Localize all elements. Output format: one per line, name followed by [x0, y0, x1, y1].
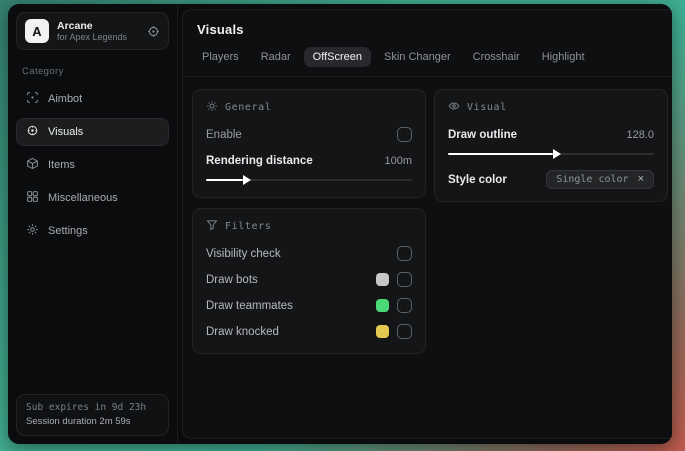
brand-card: A Arcane for Apex Legends: [16, 12, 169, 50]
style-color-row: Style color Single color ×: [448, 169, 654, 190]
draw-outline-value: 128.0: [626, 128, 654, 141]
gear-icon: [26, 223, 39, 239]
grid-icon: [26, 190, 39, 206]
visibility-check-label: Visibility check: [206, 247, 281, 260]
visibility-check-checkbox[interactable]: [397, 246, 412, 261]
style-color-select[interactable]: Single color ×: [546, 170, 654, 189]
visibility-check-row: Visibility check: [206, 243, 412, 264]
draw-outline-row: Draw outline 128.0: [448, 124, 654, 145]
session-duration-text: Session duration 2m 59s: [26, 415, 131, 427]
eye-target-icon: [26, 124, 39, 140]
tab-offscreen[interactable]: OffScreen: [303, 47, 371, 67]
sidebar-item-label: Miscellaneous: [48, 192, 118, 204]
sidebar-item-miscellaneous[interactable]: Miscellaneous: [16, 184, 169, 212]
sidebar-item-visuals[interactable]: Visuals: [16, 118, 169, 146]
draw-teammates-label: Draw teammates: [206, 299, 293, 312]
main-panel: Visuals Players Radar OffScreen Skin Cha…: [182, 9, 672, 439]
crosshair-icon: [26, 91, 39, 107]
slider-fill: [206, 175, 252, 185]
draw-bots-row: Draw bots: [206, 269, 412, 290]
tab-skin-changer[interactable]: Skin Changer: [375, 47, 460, 67]
sidebar-item-settings[interactable]: Settings: [16, 217, 169, 245]
category-label: Category: [22, 66, 64, 77]
sub-expires-text: Sub expires in 9d 23h: [26, 401, 147, 413]
enable-label: Enable: [206, 128, 242, 141]
draw-bots-checkbox[interactable]: [397, 272, 412, 287]
sidebar: A Arcane for Apex Legends Category Aimbo…: [8, 4, 178, 444]
enable-checkbox[interactable]: [397, 127, 412, 142]
page-title: Visuals: [197, 22, 244, 37]
sidebar-item-label: Visuals: [48, 126, 84, 138]
draw-bots-color-swatch[interactable]: [376, 273, 389, 286]
tab-players[interactable]: Players: [193, 47, 248, 67]
style-color-value: Single color: [556, 174, 629, 185]
filters-panel: Filters Visibility check Draw bots Draw …: [192, 208, 426, 354]
rendering-distance-label: Rendering distance: [206, 154, 313, 167]
target-icon[interactable]: [147, 25, 160, 38]
draw-knocked-color-swatch[interactable]: [376, 325, 389, 338]
tab-radar[interactable]: Radar: [252, 47, 300, 67]
draw-teammates-color-swatch[interactable]: [376, 299, 389, 312]
sidebar-item-label: Settings: [48, 225, 88, 237]
tab-bar: Players Radar OffScreen Skin Changer Cro…: [183, 37, 672, 77]
visual-panel: Visual Draw outline 128.0 Style color Si…: [434, 89, 668, 202]
slider-fill: [448, 149, 562, 159]
general-panel: General Enable Rendering distance 100m: [192, 89, 426, 198]
draw-teammates-checkbox[interactable]: [397, 298, 412, 313]
enable-row: Enable: [206, 124, 412, 145]
draw-teammates-row: Draw teammates: [206, 295, 412, 316]
draw-knocked-row: Draw knocked: [206, 321, 412, 342]
draw-bots-label: Draw bots: [206, 273, 258, 286]
sidebar-item-items[interactable]: Items: [16, 151, 169, 179]
tab-highlight[interactable]: Highlight: [533, 47, 594, 67]
clear-icon[interactable]: ×: [638, 174, 644, 185]
rendering-distance-row: Rendering distance 100m: [206, 150, 412, 171]
sidebar-item-label: Aimbot: [48, 93, 83, 105]
subscription-info: Sub expires in 9d 23h Session duration 2…: [16, 393, 169, 436]
sidebar-item-aimbot[interactable]: Aimbot: [16, 85, 169, 113]
draw-knocked-checkbox[interactable]: [397, 324, 412, 339]
app-name: Arcane: [57, 19, 93, 32]
draw-outline-slider[interactable]: [448, 148, 654, 160]
sidebar-nav: Aimbot Visuals Items Miscellaneous Setti…: [16, 85, 169, 245]
eye-icon: [448, 100, 460, 115]
panel-title: Filters: [225, 221, 272, 232]
app-subtitle: for Apex Legends: [57, 31, 128, 42]
main-area: Visuals Players Radar OffScreen Skin Cha…: [178, 4, 672, 444]
box-icon: [26, 157, 39, 173]
panel-title: Visual: [467, 102, 507, 113]
style-color-label: Style color: [448, 173, 507, 186]
tab-crosshair[interactable]: Crosshair: [464, 47, 529, 67]
sidebar-item-label: Items: [48, 159, 75, 171]
rendering-distance-value: 100m: [384, 154, 412, 167]
sun-icon: [206, 100, 218, 115]
draw-knocked-label: Draw knocked: [206, 325, 279, 338]
funnel-icon: [206, 219, 218, 234]
app-window: A Arcane for Apex Legends Category Aimbo…: [8, 4, 672, 444]
app-logo: A: [25, 19, 49, 43]
draw-outline-label: Draw outline: [448, 128, 518, 141]
rendering-distance-slider[interactable]: [206, 174, 412, 186]
panel-title: General: [225, 102, 272, 113]
